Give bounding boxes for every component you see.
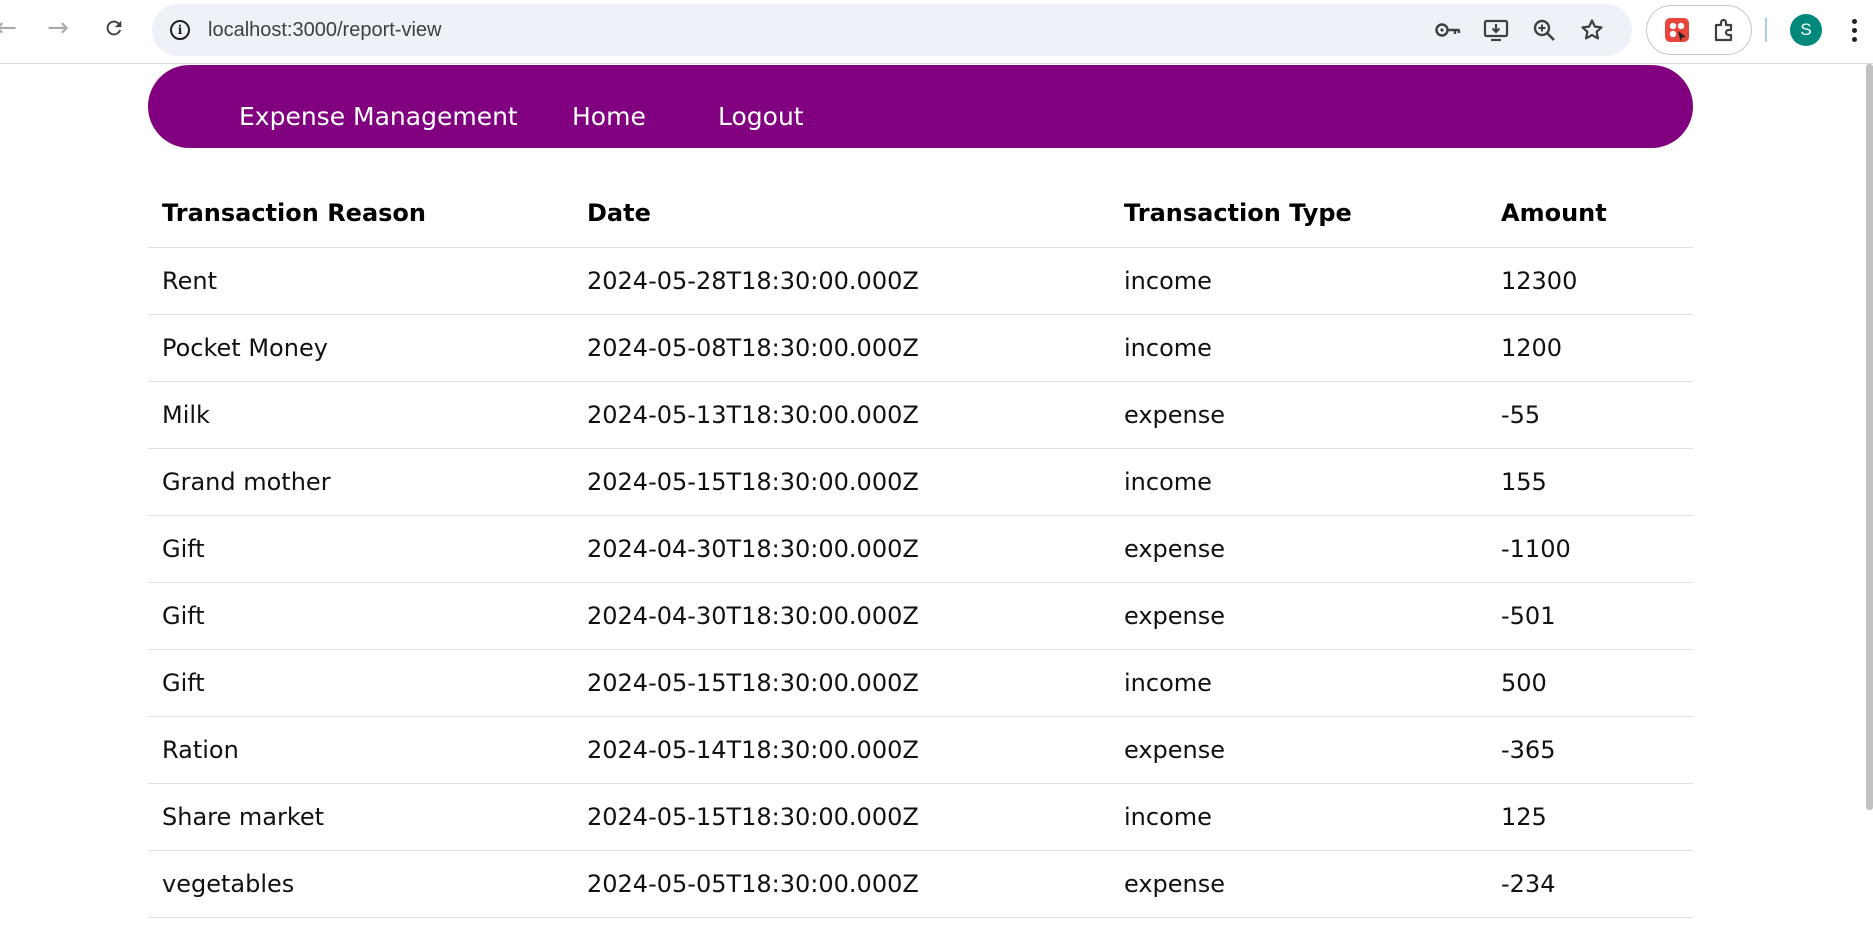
password-key-icon[interactable] bbox=[1434, 16, 1462, 44]
forward-arrow-icon[interactable]: → bbox=[40, 10, 76, 46]
amount-cell: -234 bbox=[1487, 850, 1693, 918]
type-cell: expense bbox=[1110, 582, 1487, 650]
date-cell: 2024-05-28T18:30:00.000Z bbox=[573, 247, 1110, 315]
header-amount: Amount bbox=[1487, 180, 1693, 248]
browser-toolbar: ← → i localhost:3000/report-view S bbox=[0, 0, 1873, 64]
date-cell: 2024-05-05T18:30:00.000Z bbox=[573, 850, 1110, 918]
header-transaction-reason: Transaction Reason bbox=[148, 180, 573, 248]
amount-cell: 12300 bbox=[1487, 247, 1693, 315]
url-text[interactable]: localhost:3000/report-view bbox=[208, 4, 441, 56]
puzzle-extensions-icon[interactable] bbox=[1711, 16, 1739, 44]
nav-logout-link[interactable]: Logout bbox=[718, 102, 804, 131]
reason-cell: Gift bbox=[148, 649, 573, 717]
reason-cell: Gift bbox=[148, 582, 573, 650]
brand-link[interactable]: Expense Management bbox=[239, 102, 518, 131]
amount-cell: 1200 bbox=[1487, 314, 1693, 382]
table-row: Share market 2024-05-15T18:30:00.000Z in… bbox=[148, 783, 1693, 851]
nav-home-link[interactable]: Home bbox=[572, 102, 646, 131]
reason-cell: Milk bbox=[148, 381, 573, 449]
app-navbar: Expense Management Home Logout bbox=[148, 65, 1693, 148]
table-header-row: Transaction Reason Date Transaction Type… bbox=[148, 180, 1693, 248]
reason-cell: Rent bbox=[148, 247, 573, 315]
page-scrollbar[interactable] bbox=[1866, 64, 1873, 810]
profile-avatar[interactable]: S bbox=[1790, 14, 1822, 46]
type-cell: expense bbox=[1110, 850, 1487, 918]
date-cell: 2024-05-14T18:30:00.000Z bbox=[573, 716, 1110, 784]
browser-menu-icon[interactable] bbox=[1846, 14, 1862, 46]
reason-cell: Ration bbox=[148, 716, 573, 784]
extensions-group bbox=[1646, 5, 1752, 55]
table-row: Gift 2024-04-30T18:30:00.000Z expense -5… bbox=[148, 582, 1693, 650]
type-cell: income bbox=[1110, 649, 1487, 717]
type-cell: income bbox=[1110, 783, 1487, 851]
table-row: Rent 2024-05-28T18:30:00.000Z income 123… bbox=[148, 247, 1693, 315]
extension-app-icon[interactable] bbox=[1663, 16, 1691, 44]
amount-cell: 155 bbox=[1487, 448, 1693, 516]
amount-cell: -501 bbox=[1487, 582, 1693, 650]
transactions-table: Transaction Reason Date Transaction Type… bbox=[148, 180, 1693, 918]
header-date: Date bbox=[573, 180, 1110, 248]
address-bar[interactable]: i localhost:3000/report-view bbox=[152, 4, 1632, 56]
zoom-icon[interactable] bbox=[1530, 16, 1558, 44]
date-cell: 2024-05-08T18:30:00.000Z bbox=[573, 314, 1110, 382]
amount-cell: -1100 bbox=[1487, 515, 1693, 583]
type-cell: income bbox=[1110, 247, 1487, 315]
date-cell: 2024-05-15T18:30:00.000Z bbox=[573, 448, 1110, 516]
date-cell: 2024-05-15T18:30:00.000Z bbox=[573, 649, 1110, 717]
back-arrow-icon[interactable]: ← bbox=[0, 10, 24, 46]
amount-cell: -365 bbox=[1487, 716, 1693, 784]
reason-cell: Share market bbox=[148, 783, 573, 851]
header-transaction-type: Transaction Type bbox=[1110, 180, 1487, 248]
date-cell: 2024-05-13T18:30:00.000Z bbox=[573, 381, 1110, 449]
table-row: Ration 2024-05-14T18:30:00.000Z expense … bbox=[148, 716, 1693, 784]
amount-cell: 125 bbox=[1487, 783, 1693, 851]
table-row: Grand mother 2024-05-15T18:30:00.000Z in… bbox=[148, 448, 1693, 516]
table-row: Gift 2024-05-15T18:30:00.000Z income 500 bbox=[148, 649, 1693, 717]
table-row: Milk 2024-05-13T18:30:00.000Z expense -5… bbox=[148, 381, 1693, 449]
type-cell: expense bbox=[1110, 716, 1487, 784]
amount-cell: -55 bbox=[1487, 381, 1693, 449]
reload-icon[interactable] bbox=[96, 10, 132, 46]
type-cell: income bbox=[1110, 448, 1487, 516]
date-cell: 2024-05-15T18:30:00.000Z bbox=[573, 783, 1110, 851]
date-cell: 2024-04-30T18:30:00.000Z bbox=[573, 515, 1110, 583]
bookmark-star-icon[interactable] bbox=[1578, 16, 1606, 44]
table-row: Gift 2024-04-30T18:30:00.000Z expense -1… bbox=[148, 515, 1693, 583]
reason-cell: Gift bbox=[148, 515, 573, 583]
type-cell: expense bbox=[1110, 515, 1487, 583]
table-row: vegetables 2024-05-05T18:30:00.000Z expe… bbox=[148, 850, 1693, 918]
type-cell: expense bbox=[1110, 381, 1487, 449]
reason-cell: Pocket Money bbox=[148, 314, 573, 382]
type-cell: income bbox=[1110, 314, 1487, 382]
reason-cell: Grand mother bbox=[148, 448, 573, 516]
site-info-icon[interactable]: i bbox=[170, 20, 190, 40]
table-row: Pocket Money 2024-05-08T18:30:00.000Z in… bbox=[148, 314, 1693, 382]
reason-cell: vegetables bbox=[148, 850, 573, 918]
install-app-icon[interactable] bbox=[1482, 16, 1510, 44]
toolbar-separator bbox=[1765, 18, 1767, 42]
date-cell: 2024-04-30T18:30:00.000Z bbox=[573, 582, 1110, 650]
amount-cell: 500 bbox=[1487, 649, 1693, 717]
